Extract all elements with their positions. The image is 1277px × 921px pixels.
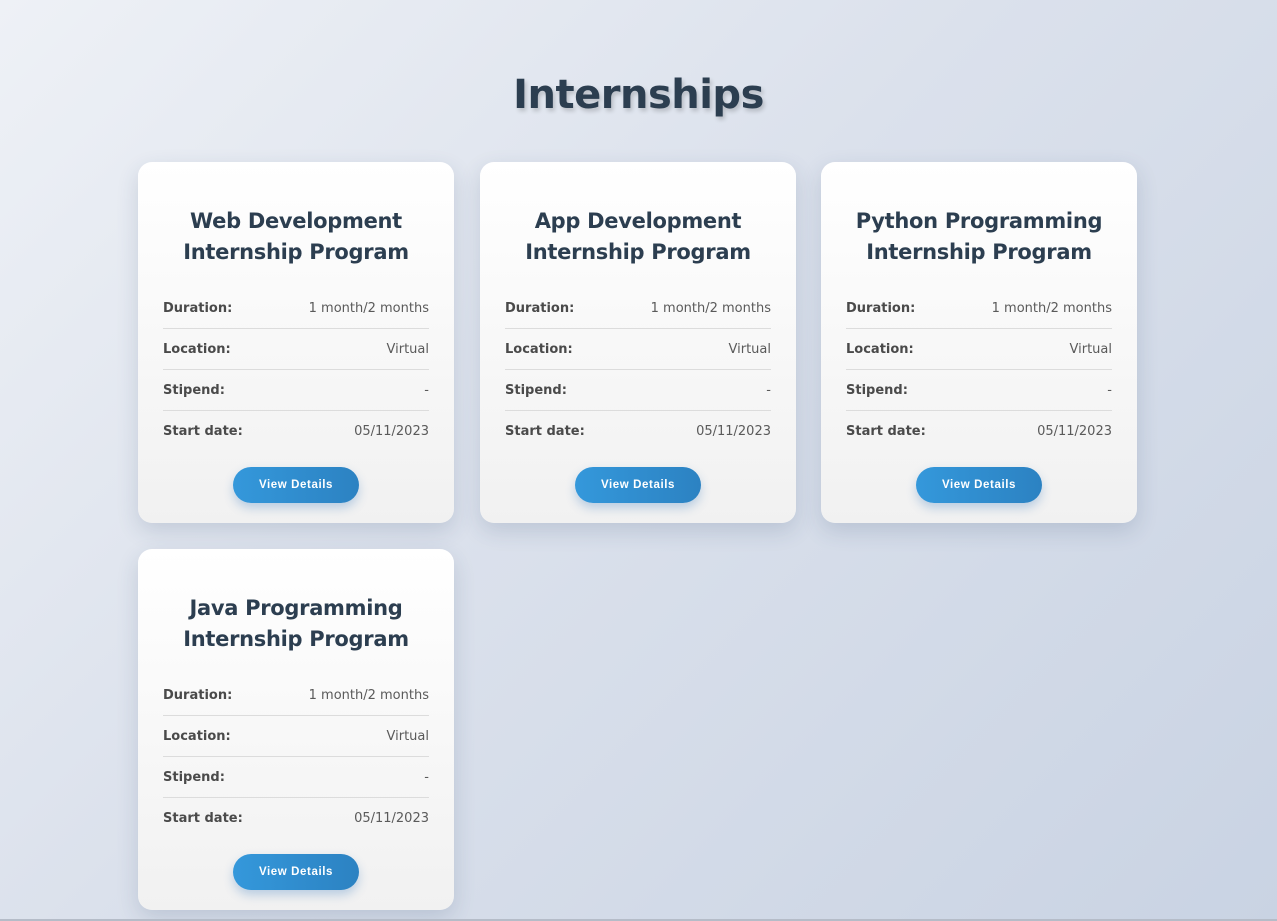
duration-label: Duration: [163, 687, 233, 703]
stipend-value: - [1107, 382, 1112, 398]
button-container: View Details [505, 467, 771, 503]
card-details: Duration: 1 month/2 months Location: Vir… [163, 675, 429, 838]
duration-row: Duration: 1 month/2 months [505, 288, 771, 329]
location-value: Virtual [386, 341, 429, 357]
stipend-row: Stipend: - [163, 757, 429, 798]
start-date-label: Start date: [505, 423, 585, 439]
card-details: Duration: 1 month/2 months Location: Vir… [846, 288, 1112, 451]
location-row: Location: Virtual [505, 329, 771, 370]
stipend-label: Stipend: [163, 769, 225, 785]
duration-label: Duration: [505, 300, 575, 316]
duration-label: Duration: [163, 300, 233, 316]
stipend-row: Stipend: - [846, 370, 1112, 411]
location-label: Location: [846, 341, 914, 357]
stipend-value: - [424, 382, 429, 398]
card-details: Duration: 1 month/2 months Location: Vir… [163, 288, 429, 451]
duration-row: Duration: 1 month/2 months [846, 288, 1112, 329]
location-label: Location: [163, 728, 231, 744]
internship-card-java-programming: Java Programming Internship Program Dura… [138, 549, 454, 910]
duration-value: 1 month/2 months [308, 300, 429, 316]
start-date-label: Start date: [846, 423, 926, 439]
location-label: Location: [163, 341, 231, 357]
start-date-value: 05/11/2023 [354, 423, 429, 439]
start-date-row: Start date: 05/11/2023 [846, 411, 1112, 451]
location-value: Virtual [386, 728, 429, 744]
duration-value: 1 month/2 months [650, 300, 771, 316]
card-details: Duration: 1 month/2 months Location: Vir… [505, 288, 771, 451]
start-date-label: Start date: [163, 423, 243, 439]
location-row: Location: Virtual [163, 329, 429, 370]
location-label: Location: [505, 341, 573, 357]
location-value: Virtual [728, 341, 771, 357]
internship-card-app-development: App Development Internship Program Durat… [480, 162, 796, 523]
view-details-button[interactable]: View Details [233, 467, 359, 503]
duration-value: 1 month/2 months [308, 687, 429, 703]
duration-row: Duration: 1 month/2 months [163, 675, 429, 716]
duration-row: Duration: 1 month/2 months [163, 288, 429, 329]
location-row: Location: Virtual [163, 716, 429, 757]
view-details-button[interactable]: View Details [916, 467, 1042, 503]
button-container: View Details [163, 467, 429, 503]
view-details-button[interactable]: View Details [233, 854, 359, 890]
start-date-row: Start date: 05/11/2023 [505, 411, 771, 451]
location-value: Virtual [1069, 341, 1112, 357]
start-date-label: Start date: [163, 810, 243, 826]
view-details-button[interactable]: View Details [575, 467, 701, 503]
page-title: Internships [513, 72, 764, 118]
stipend-row: Stipend: - [505, 370, 771, 411]
start-date-value: 05/11/2023 [696, 423, 771, 439]
duration-value: 1 month/2 months [991, 300, 1112, 316]
stipend-value: - [424, 769, 429, 785]
start-date-row: Start date: 05/11/2023 [163, 411, 429, 451]
card-title: App Development Internship Program [525, 209, 751, 264]
duration-label: Duration: [846, 300, 916, 316]
internship-card-python-programming: Python Programming Internship Program Du… [821, 162, 1137, 523]
start-date-row: Start date: 05/11/2023 [163, 798, 429, 838]
stipend-label: Stipend: [163, 382, 225, 398]
button-container: View Details [163, 854, 429, 890]
stipend-label: Stipend: [505, 382, 567, 398]
stipend-value: - [766, 382, 771, 398]
start-date-value: 05/11/2023 [1037, 423, 1112, 439]
start-date-value: 05/11/2023 [354, 810, 429, 826]
internship-card-web-development: Web Development Internship Program Durat… [138, 162, 454, 523]
card-title: Python Programming Internship Program [855, 209, 1103, 264]
stipend-row: Stipend: - [163, 370, 429, 411]
location-row: Location: Virtual [846, 329, 1112, 370]
stipend-label: Stipend: [846, 382, 908, 398]
card-title: Java Programming Internship Program [183, 596, 409, 651]
button-container: View Details [846, 467, 1112, 503]
card-title: Web Development Internship Program [183, 209, 409, 264]
